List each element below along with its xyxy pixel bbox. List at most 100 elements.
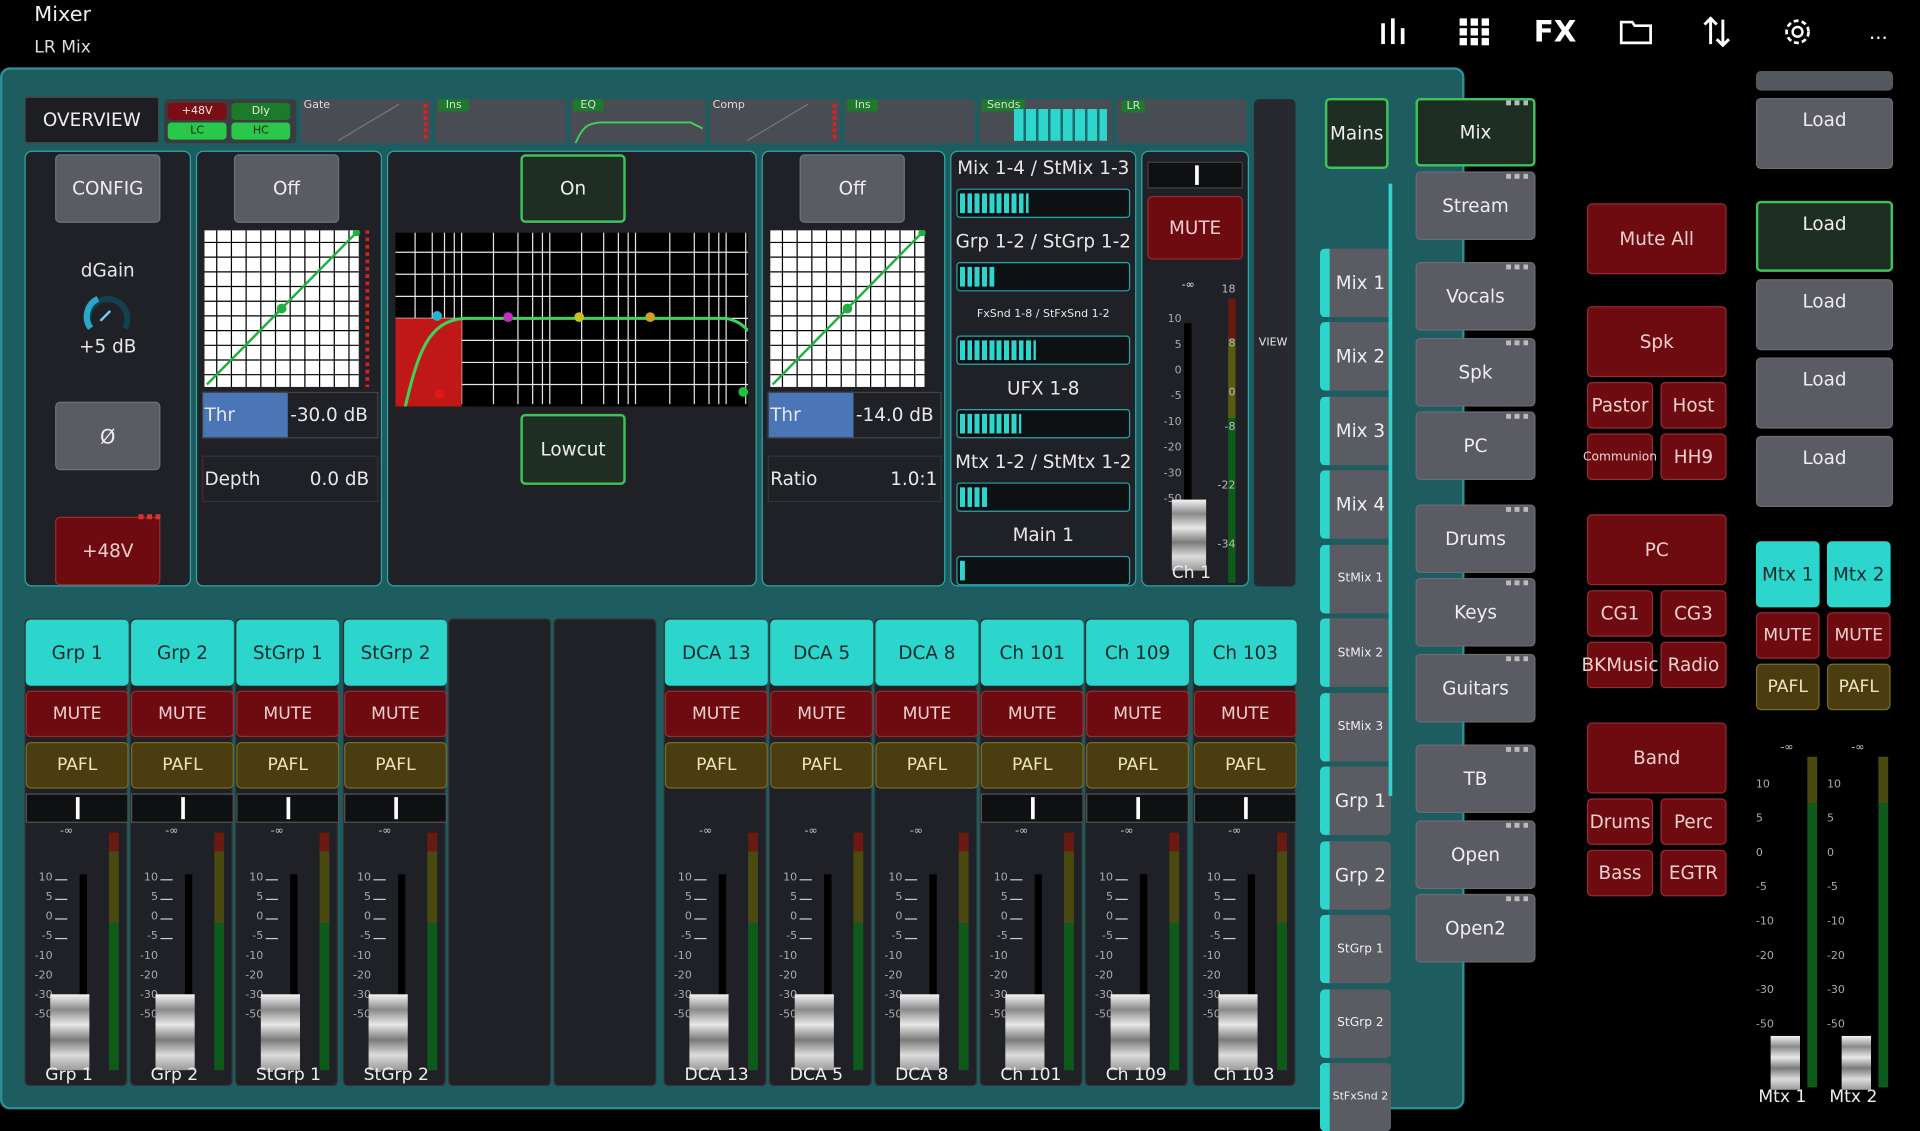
strip-fader-knob[interactable] xyxy=(50,994,90,1071)
mute-all-button[interactable]: Mute All xyxy=(1586,203,1727,275)
strip-pafl-button[interactable]: PAFL xyxy=(25,742,129,789)
strip-pan[interactable] xyxy=(1193,793,1297,823)
strip-name-button[interactable]: Grp 2 xyxy=(131,619,234,686)
strip-pafl-button[interactable]: PAFL xyxy=(344,742,447,789)
mix-select-grp-1[interactable]: Grp 1 xyxy=(1320,766,1392,836)
strip-pafl-button[interactable]: PAFL xyxy=(1086,742,1189,789)
mute-group-hh9[interactable]: HH9 xyxy=(1660,433,1727,481)
thumb-comp[interactable]: Comp xyxy=(710,99,841,144)
strip-mute-button[interactable]: MUTE xyxy=(344,690,447,738)
matrix-fader-knob[interactable] xyxy=(1841,1035,1872,1090)
strip-pafl-button[interactable]: PAFL xyxy=(770,742,874,789)
matrix-name-button[interactable]: Mtx 1 xyxy=(1755,541,1820,608)
send-level-bar[interactable] xyxy=(956,408,1131,439)
scene-load-button[interactable]: Load xyxy=(1755,97,1894,169)
strip-name-button[interactable]: StGrp 2 xyxy=(344,619,447,686)
mute-group-bkmusic[interactable]: BKMusic xyxy=(1582,641,1658,689)
phantom-power-button[interactable]: +48V xyxy=(55,516,161,586)
mix-select-stmix-3[interactable]: StMix 3 xyxy=(1320,692,1392,762)
badges-box[interactable]: +48V Dly LC HC xyxy=(164,99,297,144)
eq-graph[interactable] xyxy=(395,232,749,407)
mute-group-communion[interactable]: Communion xyxy=(1583,433,1657,481)
mute-group-spk[interactable]: Spk xyxy=(1586,306,1727,378)
strip-pan[interactable] xyxy=(131,793,234,823)
thumb-sends[interactable]: Sends xyxy=(979,99,1112,144)
scene-load-button[interactable]: Load xyxy=(1755,357,1894,429)
matrix-pafl-button[interactable]: PAFL xyxy=(1755,663,1820,711)
mute-group-host[interactable]: Host xyxy=(1660,382,1727,429)
settings-icon[interactable] xyxy=(1773,10,1822,54)
matrix-fader-knob[interactable] xyxy=(1770,1035,1801,1090)
mute-group-egtr[interactable]: EGTR xyxy=(1660,849,1727,897)
matrix-pafl-button[interactable]: PAFL xyxy=(1826,663,1891,711)
mix-select-mix-1[interactable]: Mix 1 xyxy=(1320,247,1392,317)
mix-select-stmix-1[interactable]: StMix 1 xyxy=(1320,544,1392,613)
strip-name-button[interactable]: DCA 8 xyxy=(875,619,979,686)
strip-name-button[interactable]: Ch 101 xyxy=(980,619,1084,686)
strip-fader-knob[interactable] xyxy=(368,994,408,1071)
strip-fader-knob[interactable] xyxy=(260,994,301,1071)
gate-graph[interactable] xyxy=(204,230,371,389)
channel-mute-button[interactable]: MUTE xyxy=(1147,195,1243,260)
comp-toggle[interactable]: Off xyxy=(799,154,905,223)
mix-select-mains[interactable]: Mains xyxy=(1324,97,1389,169)
lowcut-button[interactable]: Lowcut xyxy=(520,413,626,485)
mix-select-mix-4[interactable]: Mix 4 xyxy=(1320,470,1392,539)
mix-select-grp-2[interactable]: Grp 2 xyxy=(1320,840,1392,910)
mute-group-pc[interactable]: PC xyxy=(1586,514,1727,586)
send-level-bar[interactable] xyxy=(956,262,1131,292)
mix-select-mix-3[interactable]: Mix 3 xyxy=(1320,396,1392,465)
mix-select-stmix-2[interactable]: StMix 2 xyxy=(1320,618,1392,687)
layer-pc[interactable]: PC xyxy=(1415,411,1536,481)
strip-fader-knob[interactable] xyxy=(794,994,834,1071)
channel-pan[interactable] xyxy=(1147,161,1243,189)
strip-name-button[interactable]: DCA 5 xyxy=(770,619,874,686)
thumb-lr[interactable]: LR xyxy=(1116,99,1247,144)
strip-mute-button[interactable]: MUTE xyxy=(664,690,768,738)
strip-pafl-button[interactable]: PAFL xyxy=(236,742,340,789)
channel-fader-knob[interactable] xyxy=(1171,499,1207,571)
layer-tb[interactable]: TB xyxy=(1415,744,1536,814)
strip-mute-button[interactable]: MUTE xyxy=(1086,690,1189,738)
strip-mute-button[interactable]: MUTE xyxy=(25,690,129,738)
strip-pafl-button[interactable]: PAFL xyxy=(875,742,979,789)
strip-pafl-button[interactable]: PAFL xyxy=(131,742,234,789)
thumb-ins2[interactable]: Ins xyxy=(844,99,975,144)
mute-group-cg3[interactable]: CG3 xyxy=(1660,590,1727,637)
send-level-bar[interactable] xyxy=(956,335,1131,365)
fx-icon[interactable]: FX xyxy=(1531,10,1580,54)
thumb-ins[interactable]: Ins xyxy=(435,99,566,144)
mix-select-more[interactable] xyxy=(1320,1065,1392,1083)
strip-pan[interactable] xyxy=(344,793,447,823)
send-level-bar[interactable] xyxy=(956,188,1131,218)
strip-name-button[interactable]: DCA 13 xyxy=(664,619,768,686)
strip-pan[interactable] xyxy=(25,793,129,823)
scene-load-button[interactable]: Load xyxy=(1755,435,1894,507)
mute-group-drums[interactable]: Drums xyxy=(1586,798,1654,845)
more-icon[interactable]: ... xyxy=(1854,10,1903,54)
mix-selector-scroll[interactable] xyxy=(1388,183,1393,796)
mute-group-pastor[interactable]: Pastor xyxy=(1586,382,1654,429)
strip-pan[interactable] xyxy=(236,793,340,823)
strip-name-button[interactable]: Ch 109 xyxy=(1086,619,1189,686)
config-button[interactable]: CONFIG xyxy=(55,154,161,223)
gate-toggle[interactable]: Off xyxy=(233,154,340,223)
layer-mix[interactable]: Mix xyxy=(1415,97,1536,167)
mute-group-bass[interactable]: Bass xyxy=(1586,849,1654,897)
dgain-knob[interactable] xyxy=(81,289,135,333)
strip-pan[interactable] xyxy=(980,793,1084,823)
view-scrollbar[interactable]: VIEW xyxy=(1253,99,1296,587)
mute-group-perc[interactable]: Perc xyxy=(1660,798,1727,845)
matrix-name-button[interactable]: Mtx 2 xyxy=(1826,541,1891,608)
strip-pan[interactable] xyxy=(1086,793,1189,823)
strip-pafl-button[interactable]: PAFL xyxy=(664,742,768,789)
eq-toggle[interactable]: On xyxy=(520,154,626,223)
strip-mute-button[interactable]: MUTE xyxy=(980,690,1084,738)
strip-fader-knob[interactable] xyxy=(1110,994,1150,1071)
layer-spk[interactable]: Spk xyxy=(1415,337,1536,407)
transfer-icon[interactable] xyxy=(1692,10,1741,54)
mute-group-cg1[interactable]: CG1 xyxy=(1586,590,1654,637)
mute-group-radio[interactable]: Radio xyxy=(1660,641,1727,689)
matrix-mute-button[interactable]: MUTE xyxy=(1755,612,1820,659)
strip-mute-button[interactable]: MUTE xyxy=(131,690,234,738)
